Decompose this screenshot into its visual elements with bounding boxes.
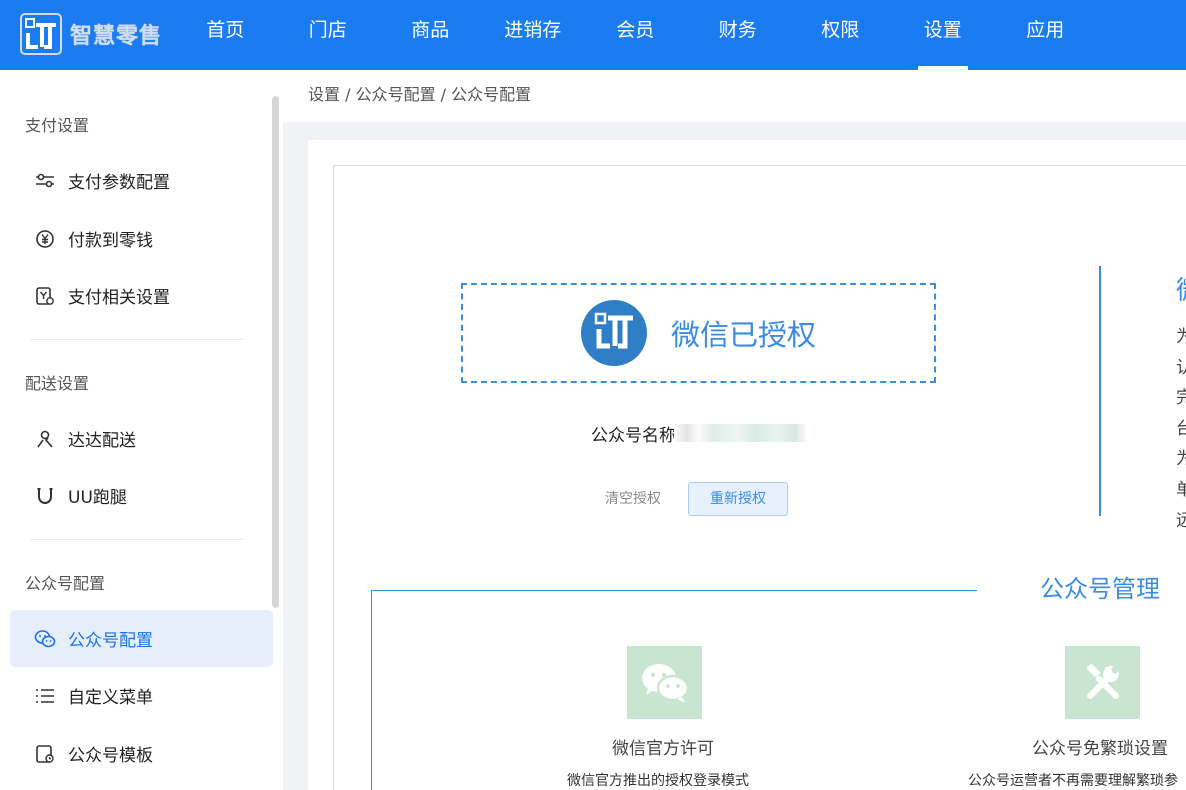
feature-description: 公众号运营者不再需要理解繁琐参 bbox=[968, 773, 1178, 789]
authorized-account-logo-icon bbox=[580, 300, 647, 366]
sidebar-divider bbox=[30, 339, 245, 340]
right-panel-heading: 微 bbox=[1176, 270, 1186, 307]
sidebar-item-label: 支付相关设置 bbox=[68, 288, 170, 308]
feature-title: 微信官方许可 bbox=[612, 739, 714, 759]
wechat-license-icon bbox=[627, 646, 702, 719]
template-icon bbox=[34, 743, 56, 765]
sidebar-item-custom-menu[interactable]: 自定义菜单 bbox=[10, 667, 273, 724]
sidebar-item-label: UU跑腿 bbox=[68, 488, 127, 508]
main-nav: 首页 门店 商品 进销存 会员 财务 权限 设置 应用 bbox=[174, 0, 1097, 70]
brand-name: 智慧零售 bbox=[70, 23, 163, 49]
sidebar-item-payment-params[interactable]: 支付参数配置 bbox=[10, 152, 273, 209]
nav-settings[interactable]: 设置 bbox=[892, 0, 995, 70]
right-panel-line: 台 bbox=[1176, 418, 1186, 439]
right-panel-line: 完 bbox=[1176, 388, 1186, 409]
management-section-title: 公众号管理 bbox=[1040, 575, 1160, 603]
auth-status-box: 微信已授权 bbox=[461, 283, 936, 383]
nav-apps[interactable]: 应用 bbox=[994, 0, 1097, 70]
nav-inventory[interactable]: 进销存 bbox=[482, 0, 585, 70]
right-panel-text: 为 认 完 台 为 单 远 bbox=[1176, 322, 1186, 536]
sidebar: 支付设置 支付参数配置 付款到零钱 支付相关设置 配送设置 达达配送 UU跑腿 … bbox=[0, 70, 283, 790]
nav-permissions[interactable]: 权限 bbox=[789, 0, 892, 70]
auth-status-text: 微信已授权 bbox=[670, 318, 816, 352]
brand-logo[interactable]: 智慧零售 bbox=[20, 12, 162, 56]
feature-description: 微信官方推出的授权登录模式 bbox=[567, 773, 749, 789]
right-panel-line: 为 bbox=[1176, 327, 1186, 347]
feature-title: 公众号免繁琐设置 bbox=[1032, 739, 1168, 759]
wechat-icon bbox=[34, 628, 56, 650]
nav-stores[interactable]: 门店 bbox=[277, 0, 380, 70]
right-panel-line: 单 bbox=[1176, 479, 1186, 500]
sidebar-item-label: 达达配送 bbox=[68, 431, 136, 451]
group-title-delivery: 配送设置 bbox=[25, 374, 90, 393]
top-navigation-bar: 智慧零售 首页 门店 商品 进销存 会员 财务 权限 设置 应用 bbox=[0, 0, 1186, 70]
sidebar-item-uu-errand[interactable]: UU跑腿 bbox=[10, 467, 273, 524]
group-title-official-account: 公众号配置 bbox=[25, 574, 106, 593]
sidebar-item-official-account-config[interactable]: 公众号配置 bbox=[10, 610, 273, 667]
breadcrumb: 设置 / 公众号配置 / 公众号配置 bbox=[283, 70, 1186, 122]
sidebar-divider bbox=[30, 539, 245, 540]
sidebar-item-dada-delivery[interactable]: 达达配送 bbox=[10, 410, 273, 467]
nav-members[interactable]: 会员 bbox=[584, 0, 687, 70]
nav-products[interactable]: 商品 bbox=[379, 0, 482, 70]
right-panel-line: 认 bbox=[1176, 357, 1186, 378]
yuan-coin-icon bbox=[34, 228, 56, 250]
sidebar-item-label: 公众号模板 bbox=[68, 746, 153, 766]
sidebar-item-payment-settings[interactable]: 支付相关设置 bbox=[10, 267, 273, 324]
list-menu-icon bbox=[34, 685, 56, 707]
clear-authorization-button[interactable]: 清空授权 bbox=[605, 488, 661, 508]
settings-sliders-icon bbox=[34, 170, 56, 192]
magnet-u-icon bbox=[34, 485, 56, 507]
payment-settings-icon bbox=[34, 285, 56, 307]
tools-icon bbox=[1065, 646, 1140, 719]
reauthorize-button[interactable]: 重新授权 bbox=[688, 482, 788, 516]
right-panel-line: 为 bbox=[1176, 449, 1186, 470]
right-panel-line: 远 bbox=[1176, 510, 1186, 531]
sidebar-item-account-templates[interactable]: 公众号模板 bbox=[10, 725, 273, 782]
account-name-value-redacted bbox=[674, 424, 806, 442]
sidebar-item-label: 公众号配置 bbox=[68, 631, 153, 651]
right-panel-accent-line bbox=[1099, 266, 1101, 516]
courier-icon bbox=[34, 428, 56, 450]
sidebar-item-pay-to-wallet[interactable]: 付款到零钱 bbox=[10, 210, 273, 267]
nav-home[interactable]: 首页 bbox=[174, 0, 277, 70]
nav-finance[interactable]: 财务 bbox=[687, 0, 790, 70]
sidebar-item-label: 支付参数配置 bbox=[68, 173, 170, 193]
brand-logo-icon bbox=[20, 13, 62, 55]
group-title-payment: 支付设置 bbox=[25, 116, 90, 135]
sidebar-scrollbar[interactable] bbox=[272, 96, 279, 608]
sidebar-item-label: 自定义菜单 bbox=[68, 688, 153, 708]
sidebar-item-label: 付款到零钱 bbox=[68, 231, 153, 251]
account-name-label: 公众号名称 bbox=[591, 426, 676, 446]
